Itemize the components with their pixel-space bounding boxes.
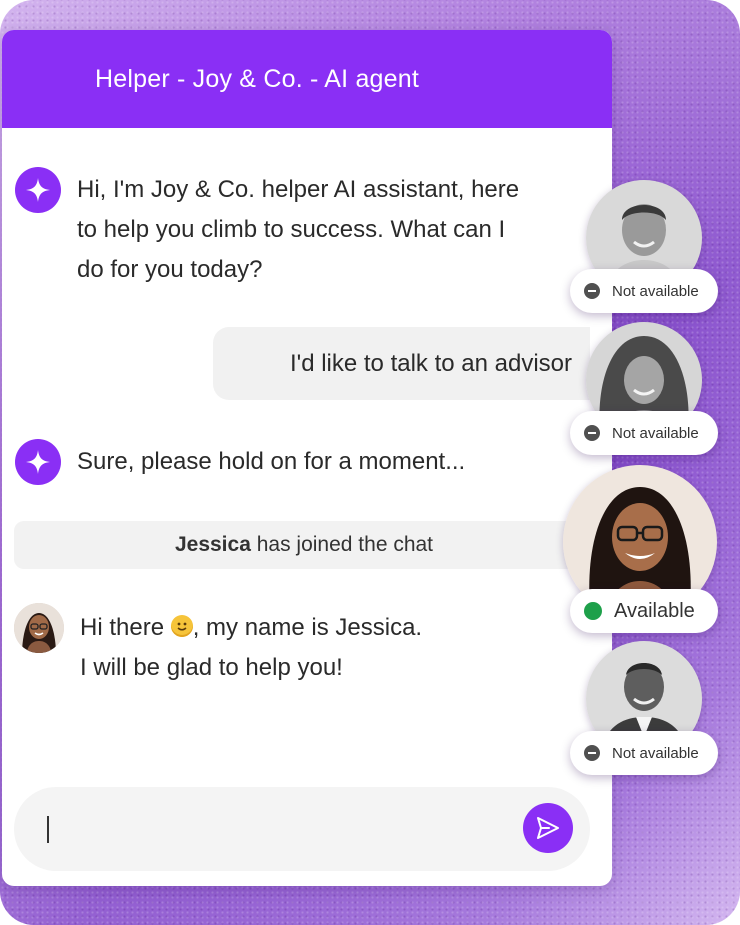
bot-greeting-line: Hi, I'm Joy & Co. helper AI assistant, h… (77, 176, 520, 203)
advisor-status-label: Not available (612, 744, 699, 762)
bot-avatar (15, 167, 61, 213)
bot-greeting-line: to help you climb to success. What can I (77, 216, 506, 243)
agent-message-part: , my name is Jessica. (192, 614, 423, 641)
chat-header: Helper - Joy & Co. - AI agent (2, 30, 612, 128)
advisor-status: Not available (570, 731, 718, 775)
advisor-status-label: Available (614, 599, 695, 622)
advisor-status: Not available (570, 411, 718, 455)
chat-title: Helper - Joy & Co. - AI agent (95, 64, 420, 93)
available-icon (584, 602, 602, 620)
send-button[interactable] (523, 803, 573, 853)
agent-message-line: I will be glad to help you! (80, 654, 343, 681)
sparkle-icon (26, 450, 50, 474)
chat-window: Helper - Joy & Co. - AI agent Hi, I'm Jo… (2, 30, 612, 886)
bot-avatar (15, 439, 61, 485)
unavailable-icon (584, 283, 600, 299)
bot-greeting-line: do for you today? (77, 256, 263, 283)
bot-hold-message: Sure, please hold on for a moment... (77, 448, 466, 475)
system-joined-notice: Jessica has joined the chat (14, 521, 594, 569)
agent-message-line: Hi there , my name is Jessica. (80, 608, 422, 648)
joined-agent-name: Jessica (174, 533, 251, 556)
agent-avatar (14, 603, 64, 653)
sparkle-icon (26, 178, 50, 202)
agent-portrait (14, 603, 64, 653)
send-icon (537, 817, 559, 839)
bot-greeting-message: Hi, I'm Joy & Co. helper AI assistant, h… (77, 170, 519, 290)
agent-message-part: Hi there (80, 614, 171, 641)
smiley-emoji-icon (170, 615, 193, 637)
advisor-status: Not available (570, 269, 718, 313)
message-input[interactable] (14, 787, 590, 871)
unavailable-icon (584, 745, 600, 761)
advisor-status-label: Not available (612, 424, 699, 442)
unavailable-icon (584, 425, 600, 441)
advisor-status-label: Not available (612, 282, 699, 300)
joined-text: has joined the chat (250, 533, 434, 556)
text-caret (47, 816, 49, 843)
agent-message: Hi there , my name is Jessica. I will be… (80, 608, 422, 688)
user-message-bubble: I'd like to talk to an advisor (213, 327, 590, 400)
advisor-status: Available (570, 589, 718, 633)
user-message-text: I'd like to talk to an advisor (289, 349, 572, 377)
